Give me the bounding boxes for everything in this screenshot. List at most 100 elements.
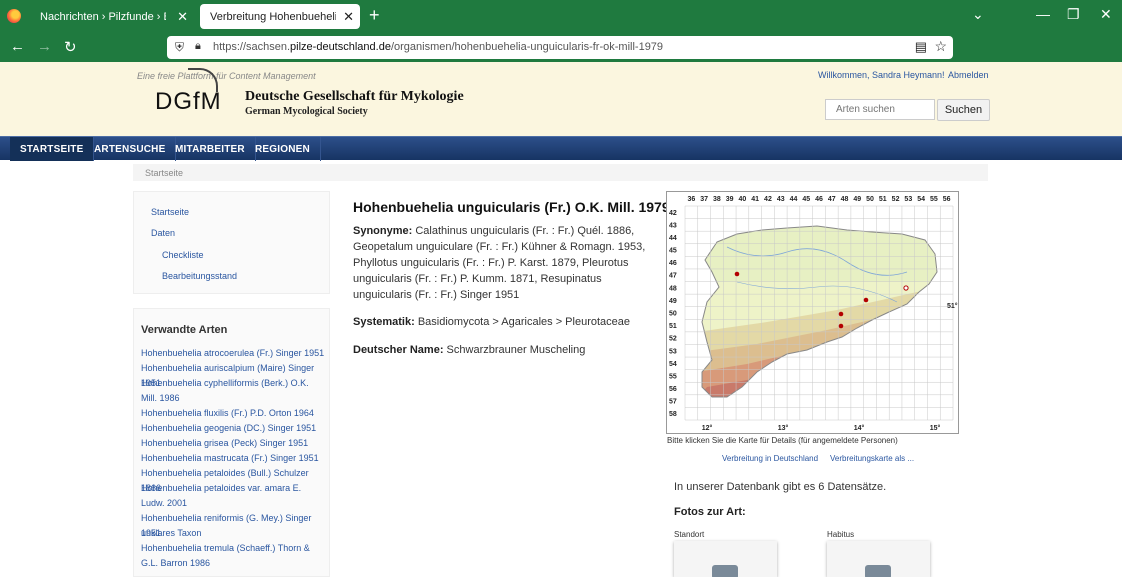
- welcome-link[interactable]: Willkommen, Sandra Heymann!: [818, 70, 945, 80]
- related-species-title: Verwandte Arten: [141, 324, 228, 336]
- org-subtitle: German Mycological Society: [245, 106, 368, 117]
- related-species-box: Verwandte Arten Hohenbuehelia atrocoerul…: [133, 308, 330, 577]
- restore-icon[interactable]: ❐: [1067, 6, 1080, 23]
- systematics-block: Systematik: Basidiomycota > Agaricales >…: [353, 314, 663, 330]
- main-navigation: STARTSEITE ARTENSUCHE MITARBEITER REGION…: [0, 136, 1122, 161]
- nav-startseite[interactable]: STARTSEITE: [10, 137, 95, 161]
- lock-icon[interactable]: 🔒︎: [195, 40, 201, 53]
- map-row-label: 50: [669, 311, 677, 318]
- browser-tab-nachrichten[interactable]: Nachrichten › Pilzfunde › Beiträge | ✕: [30, 4, 194, 29]
- address-bar[interactable]: ⛨ 🔒︎ https://sachsen.pilze-deutschland.d…: [167, 36, 953, 59]
- species-title: Hohenbuehelia unguicularis (Fr.) O.K. Mi…: [353, 199, 670, 215]
- map-longitude-label: 12°: [702, 424, 713, 432]
- distribution-map[interactable]: 36 37 38 39 40 41 42 43 44 45 46 47 48 49 50 51 52 53 54 55…: [666, 191, 959, 434]
- browser-tab-verbreitung[interactable]: Verbreitung Hohenbuehelia ung ✕: [200, 4, 360, 29]
- breadcrumb-home[interactable]: Startseite: [145, 168, 183, 178]
- reload-icon[interactable]: ↻: [64, 38, 77, 56]
- map-row-label: 53: [669, 348, 677, 355]
- related-species-link[interactable]: Hohenbuehelia grisea (Peck) Singer 1951: [141, 436, 327, 451]
- map-column-label: 56: [943, 196, 951, 203]
- map-column-label: 39: [726, 196, 734, 203]
- shield-icon[interactable]: ⛨: [175, 40, 184, 55]
- map-longitude-label: 14°: [854, 424, 865, 432]
- systematics-text: Basidiomycota > Agaricales > Pleurotacea…: [417, 316, 631, 328]
- bookmark-star-icon[interactable]: ☆: [934, 38, 947, 55]
- sidebar-item-checkliste[interactable]: Checkliste: [162, 250, 204, 260]
- photos-title: Fotos zur Art:: [674, 506, 746, 518]
- minimize-icon[interactable]: —: [1036, 6, 1050, 22]
- german-name-text: Schwarzbrauner Muscheling: [446, 344, 586, 356]
- related-species-link[interactable]: Hohenbuehelia tremula (Schaeff.) Thorn &…: [141, 541, 327, 571]
- map-caption: Bitte klicken Sie die Karte für Details …: [667, 436, 898, 445]
- related-species-link[interactable]: Hohenbuehelia cyphelliformis (Berk.) O.K…: [141, 376, 327, 406]
- nav-artensuche[interactable]: ARTENSUCHE: [84, 137, 177, 161]
- map-column-label: 55: [930, 196, 938, 203]
- map-row-label: 54: [669, 361, 677, 368]
- map-column-label: 44: [790, 196, 798, 203]
- record-point[interactable]: [838, 311, 844, 317]
- map-column-label: 51: [879, 196, 887, 203]
- site-header: Eine freie Plattform für Content Managem…: [0, 62, 1122, 136]
- dgfm-logo[interactable]: DGfM: [155, 88, 222, 116]
- window-close-icon[interactable]: ✕: [1100, 6, 1112, 23]
- map-row-label: 52: [669, 336, 677, 343]
- sidebar-item-bearbeitungsstand[interactable]: Bearbeitungsstand: [162, 271, 237, 281]
- german-name-block: Deutscher Name: Schwarzbrauner Muschelin…: [353, 342, 663, 358]
- map-column-label: 52: [892, 196, 900, 203]
- search-button[interactable]: Suchen: [937, 99, 990, 121]
- tab-list-chevron-icon[interactable]: ⌄: [972, 6, 984, 23]
- photo-thumbnail-standort[interactable]: [674, 541, 777, 577]
- related-species-link[interactable]: Hohenbuehelia fluxilis (Fr.) P.D. Orton …: [141, 406, 327, 421]
- map-row-label: 57: [669, 399, 677, 406]
- firefox-logo-icon: [7, 9, 21, 23]
- map-column-label: 46: [815, 196, 823, 203]
- map-link-download[interactable]: Verbreitungskarte als ...: [830, 454, 914, 463]
- url-text[interactable]: https://sachsen.pilze-deutschland.de/org…: [213, 41, 663, 53]
- photo-thumbnail-habitus[interactable]: [827, 541, 930, 577]
- map-column-label: 50: [866, 196, 874, 203]
- record-point-open[interactable]: [903, 285, 909, 291]
- back-arrow-icon[interactable]: ←: [10, 38, 25, 55]
- map-column-label: 49: [853, 196, 861, 203]
- related-species-link[interactable]: unklares Taxon: [141, 526, 327, 541]
- sidebar-menu: Startseite Daten Checkliste Bearbeitungs…: [133, 191, 330, 294]
- sidebar-item-startseite[interactable]: Startseite: [151, 207, 189, 217]
- sidebar-item-daten[interactable]: Daten: [151, 228, 175, 238]
- record-point[interactable]: [734, 271, 740, 277]
- map-row-label: 51: [669, 323, 677, 330]
- record-point[interactable]: [863, 297, 869, 303]
- species-search-input[interactable]: [825, 99, 935, 120]
- org-name: Deutsche Gesellschaft für Mykologie: [245, 89, 464, 104]
- tab-label: Nachrichten › Pilzfunde › Beiträge |: [40, 11, 166, 23]
- logout-link[interactable]: Abmelden: [948, 70, 989, 80]
- related-species-link[interactable]: Hohenbuehelia atrocoerulea (Fr.) Singer …: [141, 346, 327, 361]
- map-row-label: 47: [669, 273, 677, 280]
- breadcrumb: Startseite: [133, 164, 988, 181]
- map-column-label: 38: [713, 196, 721, 203]
- record-point[interactable]: [838, 323, 844, 329]
- map-row-label: 42: [669, 210, 677, 217]
- map-row-label: 48: [669, 285, 677, 292]
- records-count: In unserer Datenbank gibt es 6 Datensätz…: [674, 481, 887, 493]
- map-longitude-label: 15°: [930, 424, 941, 432]
- map-column-label: 41: [751, 196, 759, 203]
- map-row-label: 58: [669, 411, 677, 418]
- reader-view-icon[interactable]: ▤: [915, 39, 927, 55]
- map-column-label: 54: [917, 196, 925, 203]
- new-tab-icon[interactable]: +: [369, 5, 380, 26]
- map-link-germany[interactable]: Verbreitung in Deutschland: [722, 454, 818, 463]
- close-tab-icon[interactable]: ✕: [177, 9, 188, 25]
- map-column-label: 47: [828, 196, 836, 203]
- nav-mitarbeiter[interactable]: MITARBEITER: [165, 137, 256, 161]
- related-species-link[interactable]: Hohenbuehelia geogenia (DC.) Singer 1951: [141, 421, 327, 436]
- forward-arrow-icon[interactable]: →: [37, 38, 52, 55]
- map-svg[interactable]: 36 37 38 39 40 41 42 43 44 45 46 47 48 49 50 51 52 53 54 55…: [667, 192, 958, 433]
- close-tab-icon[interactable]: ✕: [343, 9, 354, 25]
- nav-regionen[interactable]: REGIONEN: [245, 137, 321, 161]
- photo-label-habitus: Habitus: [827, 530, 855, 539]
- tab-label: Verbreitung Hohenbuehelia ung: [210, 11, 336, 23]
- camera-placeholder-icon: [712, 565, 738, 577]
- related-species-link[interactable]: Hohenbuehelia petaloides var. amara E. L…: [141, 481, 327, 511]
- related-species-link[interactable]: Hohenbuehelia mastrucata (Fr.) Singer 19…: [141, 451, 327, 466]
- map-column-label: 48: [841, 196, 849, 203]
